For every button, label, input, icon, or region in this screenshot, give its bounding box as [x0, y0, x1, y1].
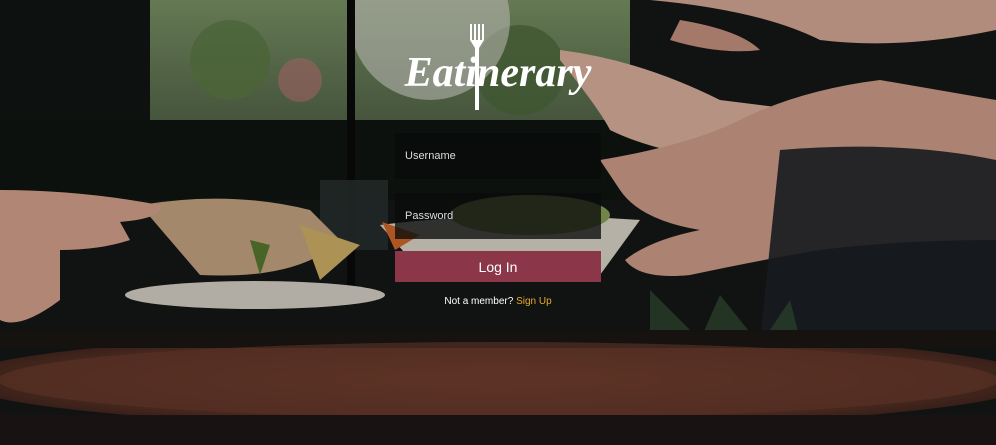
password-field[interactable]	[395, 193, 601, 239]
username-field[interactable]	[395, 133, 601, 179]
app-logo: Eatinerary	[404, 24, 592, 110]
member-prompt-text: Not a member?	[444, 296, 514, 307]
signup-link[interactable]: Sign Up	[516, 296, 552, 307]
signup-prompt: Not a member? Sign Up	[380, 296, 616, 307]
login-button[interactable]: Log In	[395, 251, 601, 282]
logo-text: Eatinerary	[404, 50, 592, 96]
